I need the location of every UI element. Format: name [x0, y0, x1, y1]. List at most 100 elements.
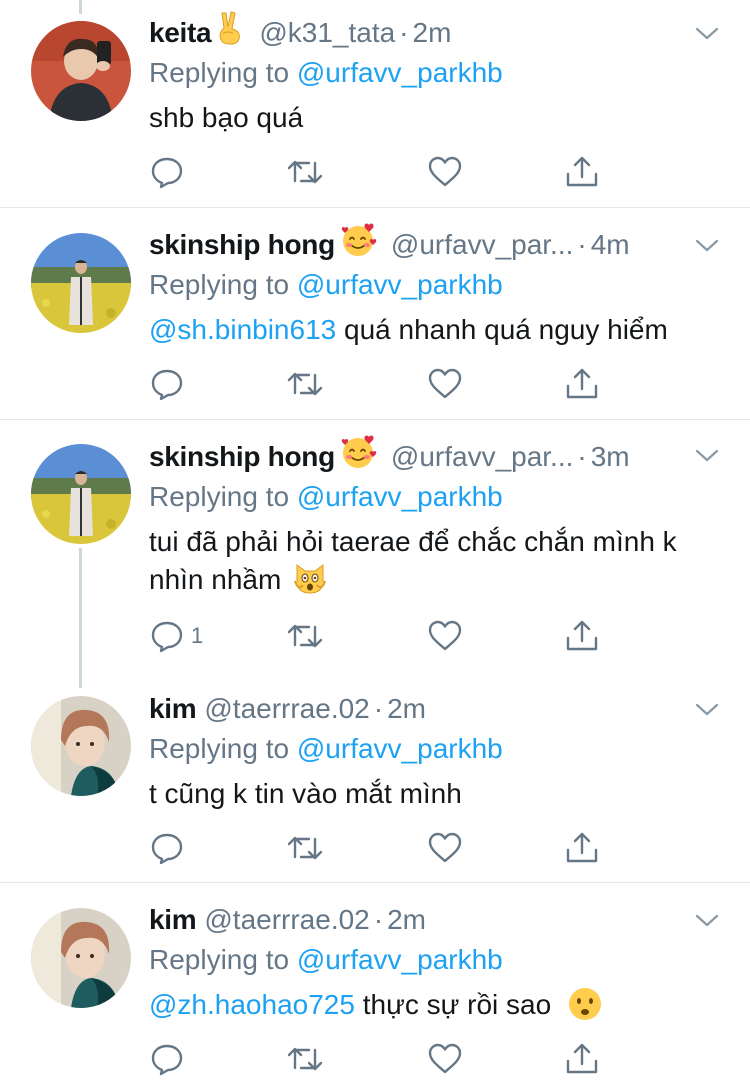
replying-prefix: Replying to: [149, 481, 290, 512]
mention-link[interactable]: @zh.haohao725: [149, 989, 355, 1020]
tweet-header: keita @k31_tata · 2m: [149, 10, 730, 56]
retweet-button[interactable]: [285, 1041, 325, 1077]
share-button[interactable]: [564, 154, 600, 190]
replying-prefix: Replying to: [149, 733, 290, 764]
reply-button[interactable]: [149, 366, 191, 402]
replying-to-line: Replying to @urfavv_parkhb: [149, 940, 730, 980]
separator-dot: ·: [399, 17, 409, 48]
like-button[interactable]: [427, 830, 463, 866]
tweet[interactable]: kim @taerrrae.02 · 2m Replying to @urfav…: [0, 672, 750, 882]
retweet-button[interactable]: [285, 830, 325, 866]
replying-to-link[interactable]: @urfavv_parkhb: [297, 481, 503, 512]
tweet-body-text: t cũng k tin vào mắt mình: [149, 778, 462, 809]
share-icon: [566, 368, 598, 399]
tweet-header: skinship hong @urfavv_par... · 3m: [149, 435, 730, 477]
avatar[interactable]: [31, 21, 131, 121]
avatar[interactable]: [31, 696, 131, 796]
user-handle[interactable]: @k31_tata: [259, 13, 395, 53]
victory-hand-icon: [215, 10, 245, 56]
replying-to-line: Replying to @urfavv_parkhb: [149, 477, 730, 517]
replying-to-link[interactable]: @urfavv_parkhb: [297, 57, 503, 88]
reply-icon: [151, 157, 183, 189]
chevron-down-icon[interactable]: [694, 702, 720, 718]
avatar[interactable]: [31, 908, 131, 1008]
tweet-header: kim @taerrrae.02 · 2m: [149, 900, 730, 940]
tweet-text: t cũng k tin vào mắt mình: [149, 775, 730, 813]
chevron-down-icon[interactable]: [694, 913, 720, 929]
reply-count: 1: [191, 623, 204, 648]
retweet-button[interactable]: [285, 366, 325, 402]
replying-to-link[interactable]: @urfavv_parkhb: [297, 944, 503, 975]
tweet-header: kim @taerrrae.02 · 2m: [149, 689, 730, 729]
timestamp[interactable]: 4m: [591, 225, 630, 265]
tweet[interactable]: skinship hong @urfavv_par... · 3m Replyi…: [0, 420, 750, 670]
replying-to-link[interactable]: @urfavv_parkhb: [297, 269, 503, 300]
replying-to-line: Replying to @urfavv_parkhb: [149, 729, 730, 769]
frowning-face-icon: [567, 986, 603, 1032]
heart-icon: [428, 832, 462, 863]
user-handle[interactable]: @urfavv_par...: [391, 437, 574, 477]
heart-icon: [428, 368, 462, 399]
avatar[interactable]: [31, 444, 131, 544]
tweet-body-text: thực sự rồi sao: [354, 989, 552, 1020]
chevron-down-icon[interactable]: [694, 238, 720, 254]
replying-prefix: Replying to: [149, 57, 290, 88]
replying-prefix: Replying to: [149, 269, 290, 300]
retweet-icon: [287, 624, 323, 648]
share-button[interactable]: [564, 366, 600, 402]
replying-to-line: Replying to @urfavv_parkhb: [149, 265, 730, 305]
tweet[interactable]: kim @taerrrae.02 · 2m Replying to @urfav…: [0, 883, 750, 1091]
tweet-text: @sh.binbin613 quá nhanh quá nguy hiểm: [149, 311, 730, 349]
share-button[interactable]: [564, 618, 600, 654]
share-icon: [566, 156, 598, 187]
chevron-down-icon[interactable]: [694, 448, 720, 464]
separator-dot: ·: [577, 441, 587, 472]
display-name[interactable]: keita: [149, 13, 212, 53]
user-handle[interactable]: @taerrrae.02: [204, 900, 369, 940]
display-name[interactable]: kim: [149, 900, 197, 940]
like-button[interactable]: [427, 366, 463, 402]
smiling-face-with-hearts-icon: [339, 222, 377, 269]
tweet[interactable]: keita @k31_tata · 2m Replying to @urfavv…: [0, 0, 750, 207]
reply-button[interactable]: [149, 154, 191, 190]
retweet-button[interactable]: [285, 154, 325, 190]
timestamp[interactable]: 3m: [591, 437, 630, 477]
like-button[interactable]: [427, 154, 463, 190]
reply-button[interactable]: 1: [149, 618, 203, 654]
display-name[interactable]: kim: [149, 689, 197, 729]
heart-icon: [428, 156, 462, 187]
smiling-face-with-hearts-icon: [339, 434, 377, 481]
like-button[interactable]: [427, 618, 463, 654]
display-name[interactable]: skinship hong: [149, 225, 335, 265]
retweet-button[interactable]: [285, 618, 325, 654]
reply-button[interactable]: [149, 1041, 191, 1077]
like-button[interactable]: [427, 1041, 463, 1077]
retweet-icon: [287, 836, 323, 860]
heart-icon: [428, 1043, 462, 1074]
timestamp[interactable]: 2m: [413, 13, 452, 53]
chevron-down-icon[interactable]: [694, 26, 720, 42]
tweet[interactable]: skinship hong @urfavv_par... · 4m Replyi…: [0, 208, 750, 419]
weary-cat-icon: [293, 561, 327, 605]
timestamp[interactable]: 2m: [387, 900, 426, 940]
reply-icon: [151, 1044, 183, 1076]
share-button[interactable]: [564, 830, 600, 866]
tweet-body-text: tui đã phải hỏi taerae để chắc chắn mình…: [149, 526, 677, 595]
user-handle[interactable]: @urfavv_par...: [391, 225, 574, 265]
tweet-header: skinship hong @urfavv_par... · 4m: [149, 223, 730, 265]
avatar[interactable]: [31, 233, 131, 333]
reply-icon: [151, 621, 183, 653]
mention-link[interactable]: @sh.binbin613: [149, 314, 336, 345]
replying-prefix: Replying to: [149, 944, 290, 975]
timestamp[interactable]: 2m: [387, 689, 426, 729]
tweet-body-text: shb bạo quá: [149, 102, 304, 133]
reply-button[interactable]: [149, 830, 191, 866]
retweet-icon: [287, 160, 323, 184]
user-handle[interactable]: @taerrrae.02: [204, 689, 369, 729]
replying-to-link[interactable]: @urfavv_parkhb: [297, 733, 503, 764]
share-button[interactable]: [564, 1041, 600, 1077]
separator-dot: ·: [373, 904, 384, 935]
display-name[interactable]: skinship hong: [149, 437, 335, 477]
reply-icon: [151, 369, 183, 401]
tweet-text: @zh.haohao725 thực sự rồi sao: [149, 986, 730, 1032]
